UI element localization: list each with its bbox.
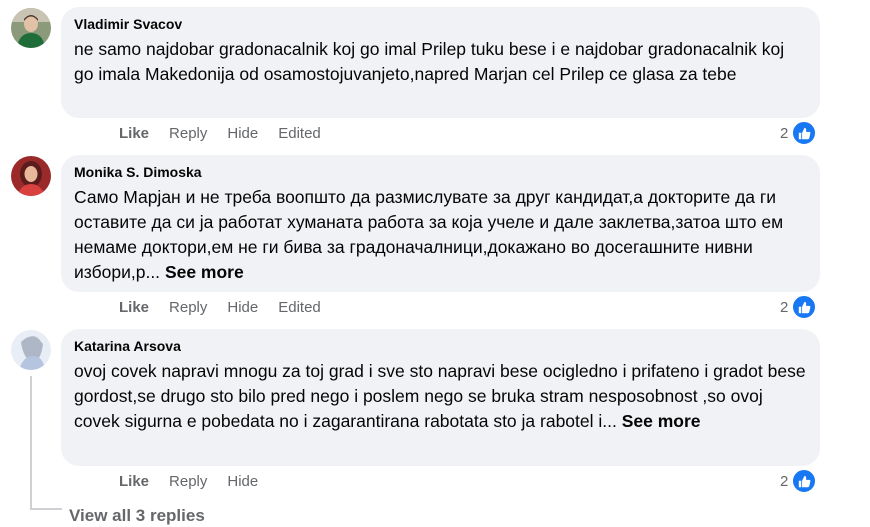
comment-actions: Like Reply Hide Edited [119, 298, 341, 318]
reply-button[interactable]: Reply [169, 298, 207, 318]
see-more-link[interactable]: See more [622, 411, 701, 431]
view-replies-link[interactable]: View all 3 replies [69, 505, 205, 527]
like-button[interactable]: Like [119, 298, 149, 318]
hide-button[interactable]: Hide [227, 472, 258, 492]
thumbs-up-icon [791, 468, 818, 494]
avatar[interactable] [11, 8, 51, 48]
avatar[interactable] [11, 330, 51, 370]
thumbs-up-icon [791, 294, 818, 320]
reaction-summary[interactable]: 2 [780, 294, 818, 320]
comment-actions: Like Reply Hide [119, 472, 278, 492]
reaction-summary[interactable]: 2 [780, 120, 818, 146]
reaction-count: 2 [780, 124, 789, 142]
reply-button[interactable]: Reply [169, 472, 207, 492]
edited-label: Edited [278, 299, 321, 316]
reply-thread-line [30, 376, 32, 510]
reaction-count: 2 [780, 472, 789, 490]
avatar[interactable] [11, 156, 51, 196]
thumbs-up-icon [791, 120, 818, 146]
reply-thread-connector [30, 508, 62, 510]
comment-actions: Like Reply Hide Edited [119, 124, 341, 144]
comment-bubble: Vladimir Svacov ne samo najdobar gradona… [61, 7, 820, 118]
like-button[interactable]: Like [119, 124, 149, 144]
comment-author[interactable]: Katarina Arsova [74, 337, 806, 355]
comment-text: ne samo najdobar gradonacalnik koj go im… [74, 39, 785, 84]
comment-author[interactable]: Vladimir Svacov [74, 15, 806, 33]
reply-button[interactable]: Reply [169, 124, 207, 144]
like-button[interactable]: Like [119, 472, 149, 492]
reaction-summary[interactable]: 2 [780, 468, 818, 494]
comment-text: ovoj covek napravi mnogu za toj grad i s… [74, 359, 806, 434]
hide-button[interactable]: Hide [227, 124, 258, 144]
comment-bubble: Katarina Arsova ovoj covek napravi mnogu… [61, 329, 820, 466]
see-more-link[interactable]: See more [165, 262, 244, 282]
comment-text: Само Марјан и не треба воопшто да размис… [74, 185, 806, 285]
comment-author[interactable]: Monika S. Dimoska [74, 163, 806, 181]
reaction-count: 2 [780, 298, 789, 316]
comment-bubble: Monika S. Dimoska Само Марјан и не треба… [61, 155, 820, 292]
hide-button[interactable]: Hide [227, 298, 258, 318]
edited-label: Edited [278, 125, 321, 142]
